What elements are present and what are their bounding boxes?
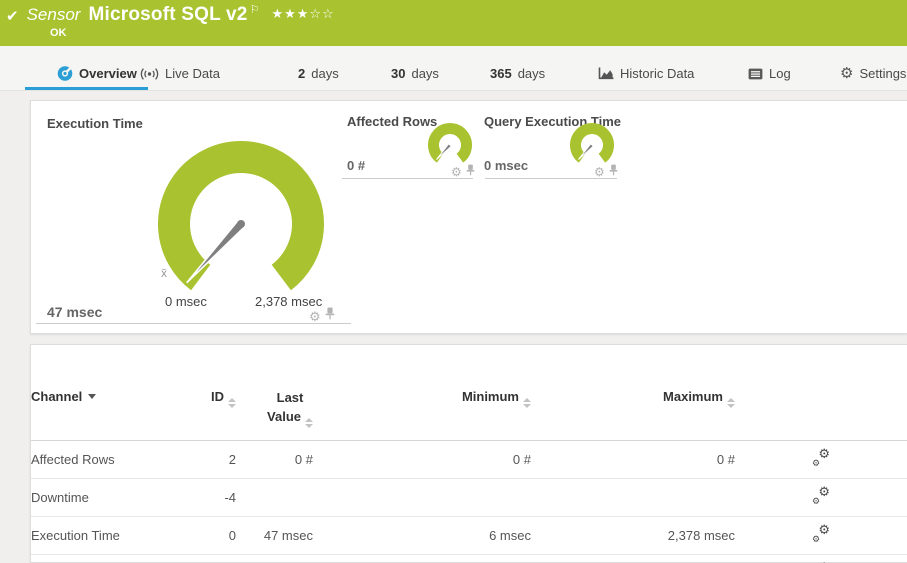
channel-settings-gears-icon[interactable]: ⚙ ⚙ — [812, 447, 830, 468]
table-row: Affected Rows 2 0 # 0 # 0 # ⚙ ⚙ — [31, 439, 907, 479]
column-header-id-label: ID — [211, 389, 224, 404]
tab-365-days-number: 365 — [490, 66, 512, 81]
tab-30-days-label: days — [411, 66, 439, 81]
active-tab-indicator — [25, 87, 148, 90]
main-gauge-title: Execution Time — [47, 116, 143, 131]
tab-live-data-label: Live Data — [165, 66, 220, 81]
column-header-minimum-label: Minimum — [461, 389, 519, 404]
tab-30-days[interactable]: 30 days — [391, 66, 439, 81]
tab-365-days-label: days — [517, 66, 546, 81]
sensor-header: ✔ Sensor Microsoft SQL v2 ⚐ ★★★☆☆ OK — [0, 0, 907, 46]
settings-gear-icon: ⚙ — [840, 65, 854, 82]
column-header-channel-label: Channel — [31, 389, 83, 404]
sort-toggle-icon — [228, 398, 236, 408]
affected-rows-underline — [342, 178, 473, 179]
channel-minimum: 0 # — [313, 439, 531, 479]
main-gauge-value: 47 msec — [47, 304, 103, 320]
channel-id: 1 — [181, 553, 236, 563]
sensor-status-badge: OK — [50, 27, 67, 39]
table-row: Downtime -4 ⚙ ⚙ — [31, 477, 907, 517]
channels-panel: Channel ID Last Value Minimum Maximum Af… — [30, 344, 907, 563]
gauge-icon — [57, 65, 73, 81]
sensor-kind-label: Sensor — [26, 5, 81, 24]
tab-bar: Overview Live Data 2 days 30 days 365 da… — [0, 46, 907, 91]
tab-365-days[interactable]: 365 days — [490, 66, 545, 81]
column-header-minimum[interactable]: Minimum — [313, 345, 531, 441]
column-header-last-value[interactable]: Last Value — [236, 345, 313, 441]
log-icon — [748, 68, 763, 80]
channels-table: Channel ID Last Value Minimum Maximum Af… — [31, 345, 907, 563]
channel-gear-icon[interactable]: ⚙ — [594, 166, 605, 178]
channel-id: 0 — [181, 515, 236, 555]
channel-name[interactable]: Query Execution Time — [31, 553, 181, 563]
channel-minimum: 6 msec — [313, 515, 531, 555]
table-row: Query Execution Time 1 0 msec 0 msec 172… — [31, 553, 907, 563]
stars-filled[interactable]: ★★★ — [271, 6, 309, 21]
sort-toggle-icon — [305, 417, 313, 428]
channel-id: -4 — [181, 477, 236, 517]
channel-gear-icon[interactable]: ⚙ — [451, 166, 462, 178]
tab-overview-label: Overview — [79, 65, 137, 81]
tab-live-data[interactable]: Live Data — [140, 66, 220, 81]
main-gauge-min-label: 0 msec — [165, 294, 207, 309]
channel-last-value: 0 msec — [236, 553, 313, 563]
tab-log[interactable]: Log — [748, 66, 791, 81]
gauges-panel: Execution Time x̄ 0 msec 2,378 msec 47 m… — [30, 100, 907, 334]
channel-settings-gears-icon[interactable]: ⚙ ⚙ — [812, 523, 830, 544]
channel-last-value: 0 # — [236, 439, 313, 479]
channel-minimum — [313, 477, 531, 517]
channel-settings-gears-icon[interactable]: ⚙ ⚙ — [812, 485, 830, 506]
main-gauge-underline — [36, 323, 351, 324]
sort-toggle-icon — [727, 398, 735, 408]
channel-maximum: 172 msec — [531, 553, 735, 563]
channel-last-value: 47 msec — [236, 515, 313, 555]
channel-maximum — [531, 477, 735, 517]
channel-name[interactable]: Execution Time — [31, 515, 181, 555]
column-header-id[interactable]: ID — [181, 345, 236, 441]
channel-minimum: 0 msec — [313, 553, 531, 563]
column-header-maximum[interactable]: Maximum — [531, 345, 735, 441]
sort-desc-icon — [88, 394, 97, 399]
status-ok-check-icon: ✔ — [6, 8, 19, 25]
table-header-row: Channel ID Last Value Minimum Maximum — [31, 345, 907, 441]
sort-toggle-icon — [523, 398, 531, 408]
priority-flag-icon[interactable]: ⚐ — [250, 3, 260, 16]
sensor-page: ✔ Sensor Microsoft SQL v2 ⚐ ★★★☆☆ OK Ove… — [0, 0, 907, 563]
stars-empty[interactable]: ☆☆ — [309, 6, 334, 21]
execution-time-gauge — [158, 140, 324, 291]
tab-historic-data[interactable]: Historic Data — [598, 66, 694, 81]
column-header-settings — [735, 345, 907, 441]
channel-name[interactable]: Affected Rows — [31, 439, 181, 479]
column-header-maximum-label: Maximum — [663, 389, 723, 404]
channel-id: 2 — [181, 439, 236, 479]
channel-last-value — [236, 477, 313, 517]
tab-2-days-number: 2 — [298, 66, 306, 81]
query-execution-time-value: 0 msec — [484, 158, 529, 173]
channel-maximum: 2,378 msec — [531, 515, 735, 555]
column-header-channel[interactable]: Channel — [31, 345, 181, 441]
tab-settings[interactable]: ⚙ Settings — [840, 66, 906, 81]
channel-gear-icon[interactable]: ⚙ — [309, 310, 321, 323]
table-row: Execution Time 0 47 msec 6 msec 2,378 ms… — [31, 515, 907, 555]
tab-overview[interactable]: Overview — [57, 65, 137, 81]
tab-2-days[interactable]: 2 days — [298, 66, 339, 81]
tab-30-days-number: 30 — [391, 66, 406, 81]
channel-name[interactable]: Downtime — [31, 477, 181, 517]
query-execution-time-underline — [485, 178, 617, 179]
channel-maximum: 0 # — [531, 439, 735, 479]
historic-chart-icon — [598, 67, 614, 80]
tab-log-label: Log — [769, 66, 791, 81]
average-marker: x̄ — [161, 266, 167, 280]
affected-rows-value: 0 # — [347, 158, 366, 173]
column-header-last-label: Last — [276, 390, 304, 405]
tab-historic-data-label: Historic Data — [620, 66, 695, 81]
sensor-title: Microsoft SQL v2 — [88, 4, 248, 25]
priority-stars[interactable]: ★★★☆☆ — [271, 6, 334, 22]
live-data-icon — [140, 67, 159, 81]
tab-settings-label: Settings — [859, 66, 907, 81]
column-header-value-label: Value — [267, 408, 301, 424]
tab-2-days-label: days — [311, 66, 339, 81]
